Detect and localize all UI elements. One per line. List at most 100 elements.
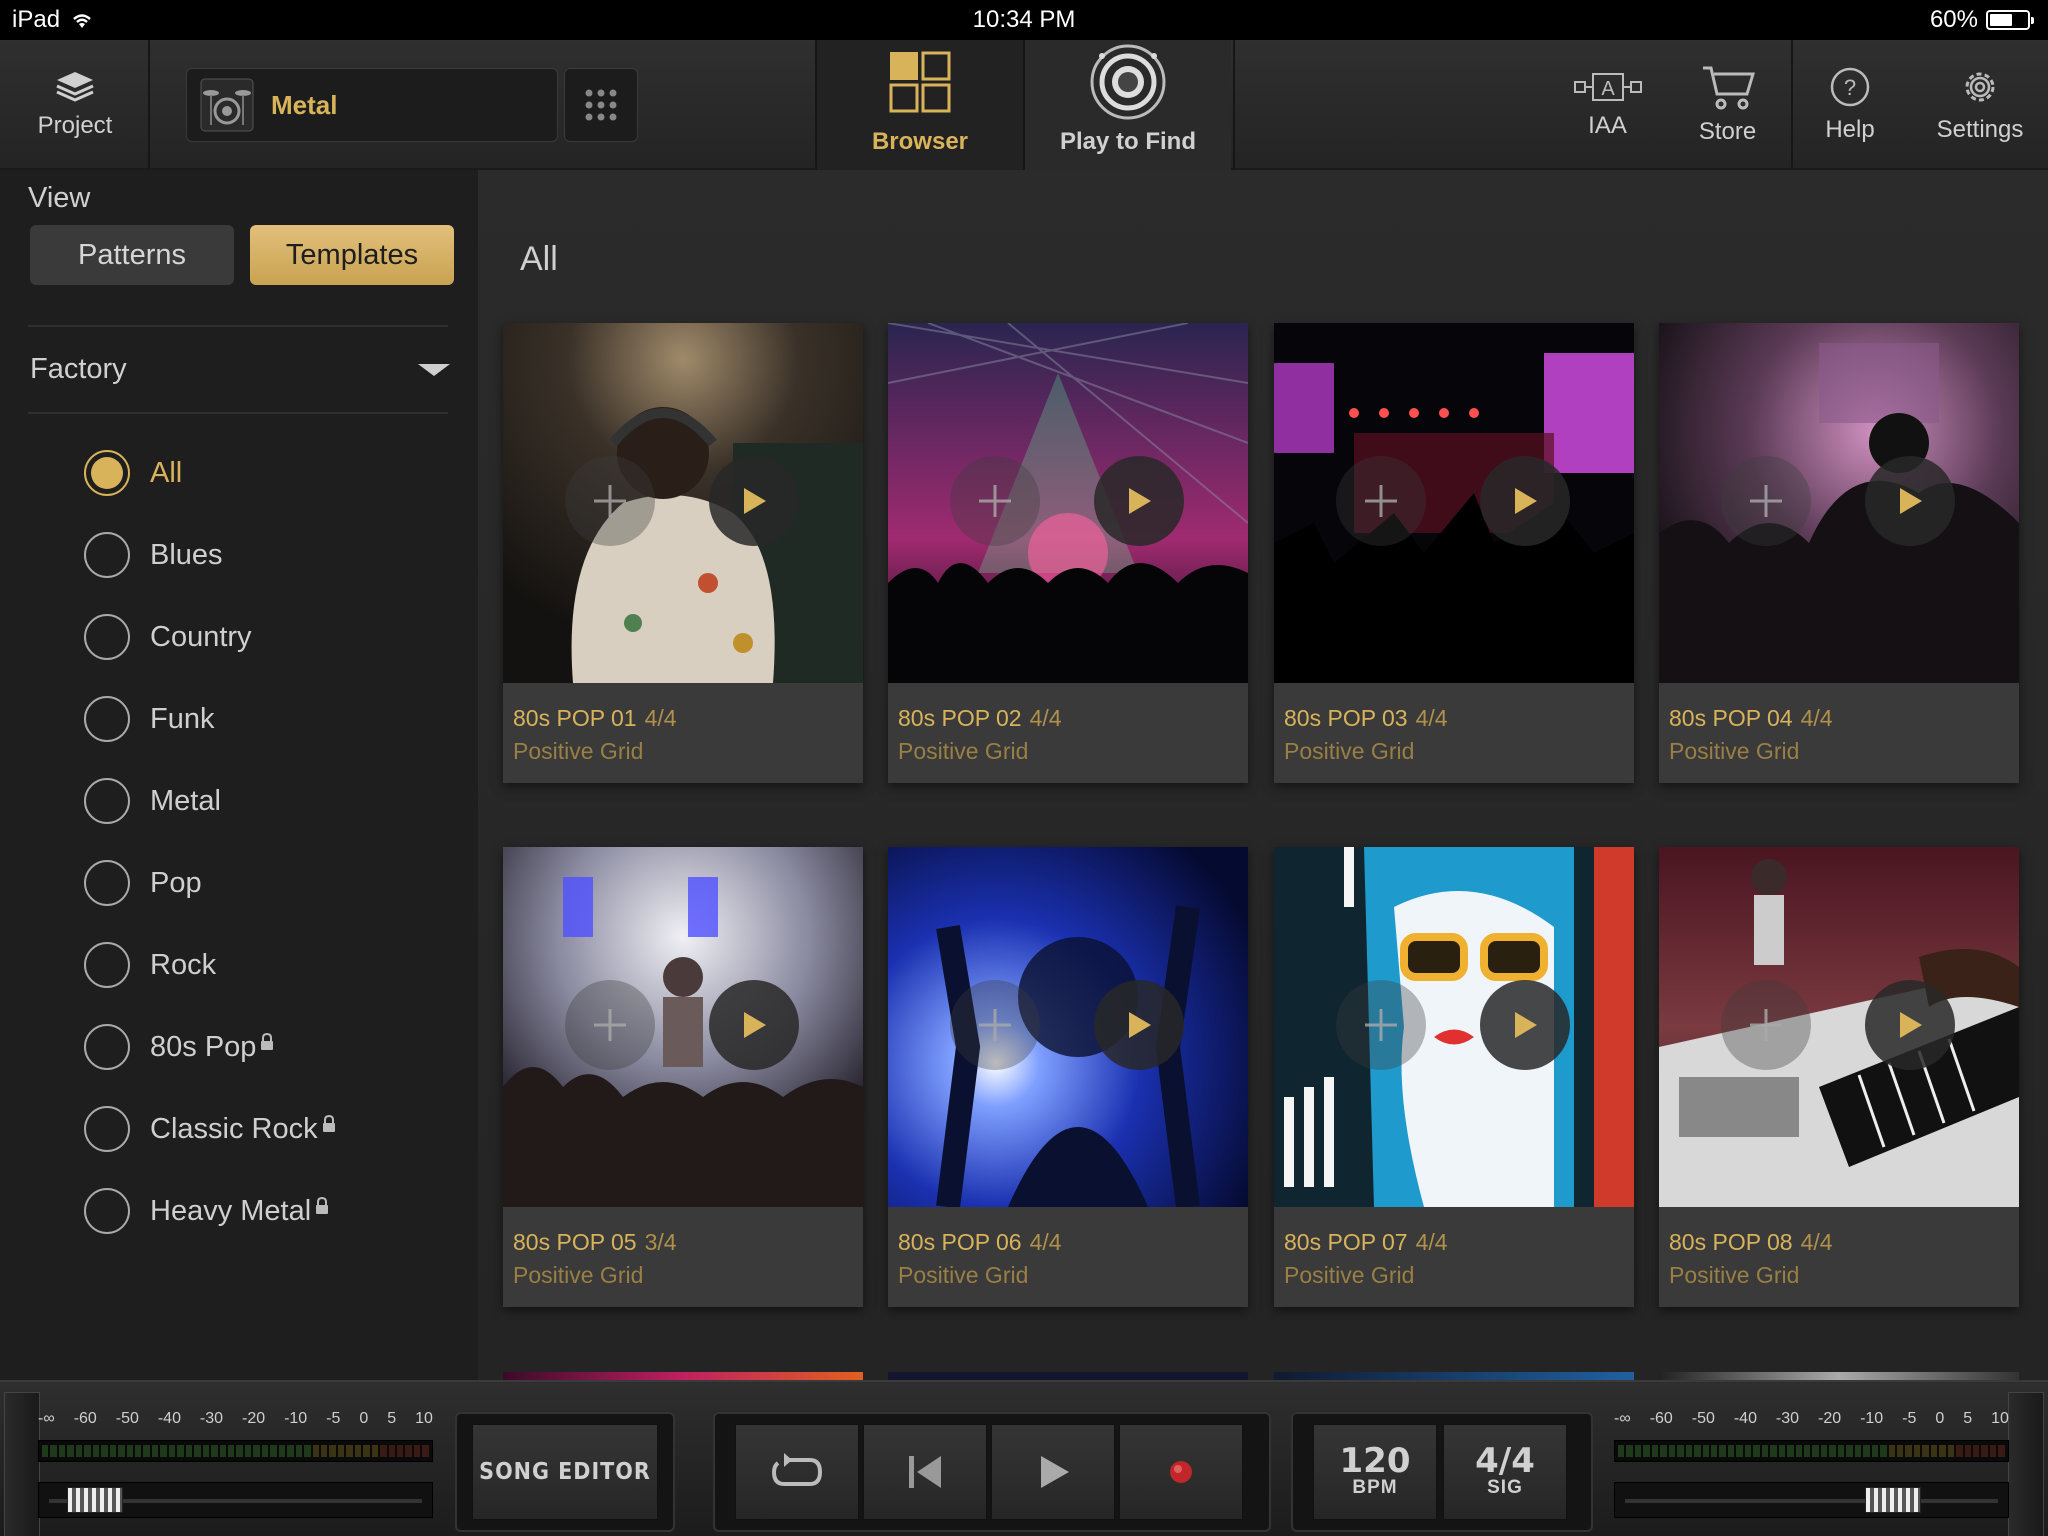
rewind-button[interactable]	[863, 1424, 987, 1520]
add-template-button[interactable]	[1336, 456, 1426, 546]
help-label: Help	[1825, 116, 1875, 143]
preview-play-button[interactable]	[1094, 456, 1184, 546]
meter-tick-label: -∞	[1614, 1410, 1631, 1427]
preview-play-button[interactable]	[1480, 980, 1570, 1070]
template-card[interactable]: 80s POP 01 4/4 Positive Grid	[503, 323, 863, 783]
template-card[interactable]: 80s POP 04 4/4 Positive Grid	[1659, 323, 2019, 783]
meter-tick-label: -20	[1818, 1410, 1842, 1427]
patterns-toggle[interactable]: Patterns	[30, 225, 234, 285]
bpm-button[interactable]: 120 BPM	[1313, 1424, 1437, 1520]
template-title: 80s POP 04	[1669, 705, 1793, 731]
play-button[interactable]	[991, 1424, 1115, 1520]
preview-play-button[interactable]	[1480, 456, 1570, 546]
radio-button[interactable]	[84, 450, 130, 496]
preview-play-button[interactable]	[1865, 456, 1955, 546]
factory-dropdown[interactable]: Factory	[30, 353, 450, 386]
template-card[interactable]: 80s POP 07 4/4 Positive Grid	[1274, 847, 1634, 1307]
radio-button[interactable]	[84, 696, 130, 742]
radio-button[interactable]	[84, 778, 130, 824]
genre-option[interactable]: Metal	[84, 778, 221, 824]
genre-option[interactable]: Funk	[84, 696, 214, 742]
add-template-button[interactable]	[1336, 980, 1426, 1070]
page-title: All	[520, 240, 558, 278]
genre-option[interactable]: Country	[84, 614, 252, 660]
store-button[interactable]: Store	[1680, 40, 1775, 170]
add-template-button[interactable]	[565, 980, 655, 1070]
signature-button[interactable]: 4/4 SIG	[1443, 1424, 1567, 1520]
template-artwork	[1659, 323, 2019, 683]
preview-play-button[interactable]	[709, 980, 799, 1070]
preview-play-button[interactable]	[1865, 980, 1955, 1070]
meter-tick-label: 0	[1935, 1410, 1945, 1427]
radio-button[interactable]	[84, 1024, 130, 1070]
preview-play-button[interactable]	[1094, 980, 1184, 1070]
play-icon	[1900, 1012, 1922, 1038]
play-icon	[744, 488, 766, 514]
template-author: Positive Grid	[898, 1262, 1029, 1288]
genre-option[interactable]: All	[84, 450, 182, 496]
browser-grid-icon	[889, 51, 951, 113]
output-volume-slider[interactable]	[1614, 1482, 2009, 1518]
genre-option[interactable]: 80s Pop	[84, 1024, 274, 1070]
sig-value: 4/4	[1475, 1441, 1535, 1481]
genre-label: 80s Pop	[150, 1030, 257, 1063]
add-template-button[interactable]	[1721, 980, 1811, 1070]
lock-icon	[316, 1197, 329, 1214]
song-editor-button[interactable]: SONG EDITOR	[472, 1424, 658, 1520]
template-card[interactable]: 80s POP 03 4/4 Positive Grid	[1274, 323, 1634, 783]
help-button[interactable]: ? Help	[1805, 40, 1895, 170]
record-button[interactable]	[1119, 1424, 1243, 1520]
view-label: View	[28, 182, 91, 214]
tab-play-to-find[interactable]: Play to Find	[1025, 40, 1231, 170]
input-volume-slider[interactable]	[38, 1482, 433, 1518]
slider-knob[interactable]	[67, 1487, 123, 1513]
right-edge-handle[interactable]	[2008, 1392, 2044, 1536]
template-card[interactable]: 80s POP 06 4/4 Positive Grid	[888, 847, 1248, 1307]
templates-toggle[interactable]: Templates	[250, 225, 454, 285]
genre-option[interactable]: Blues	[84, 532, 223, 578]
radio-button[interactable]	[84, 614, 130, 660]
add-template-button[interactable]	[950, 980, 1040, 1070]
radio-button[interactable]	[84, 1106, 130, 1152]
iaa-button[interactable]: A IAA	[1560, 40, 1655, 170]
genre-option[interactable]: Heavy Metal	[84, 1188, 329, 1234]
bpm-value: 120	[1339, 1441, 1411, 1481]
add-template-button[interactable]	[950, 456, 1040, 546]
template-artwork	[888, 847, 1248, 1207]
status-bar: iPad 10:34 PM 60%	[0, 0, 2048, 40]
help-icon: ?	[1830, 67, 1870, 107]
level-meter	[38, 1440, 433, 1462]
template-card[interactable]: 80s POP 08 4/4 Positive Grid	[1659, 847, 2019, 1307]
project-button[interactable]: Project	[0, 40, 150, 170]
settings-button[interactable]: Settings	[1925, 40, 2035, 170]
genre-option[interactable]: Classic Rock	[84, 1106, 336, 1152]
meter-scale: -∞ -60 -50 -40 -30 -20 -10 -5 0 5 10	[38, 1410, 433, 1428]
genre-label: Country	[150, 620, 252, 653]
genre-option[interactable]: Pop	[84, 860, 202, 906]
genre-option[interactable]: Rock	[84, 942, 216, 988]
add-template-button[interactable]	[565, 456, 655, 546]
radio-button[interactable]	[84, 860, 130, 906]
template-card[interactable]: 80s POP 02 4/4 Positive Grid	[888, 323, 1248, 783]
kit-grid-button[interactable]	[564, 68, 638, 142]
meter-tick-label: -60	[73, 1410, 97, 1427]
add-template-button[interactable]	[1721, 456, 1811, 546]
template-card[interactable]: 80s POP 05 3/4 Positive Grid	[503, 847, 863, 1307]
slider-knob[interactable]	[1865, 1487, 1921, 1513]
radio-button[interactable]	[84, 942, 130, 988]
drum-kit-icon	[200, 78, 254, 132]
layers-icon	[56, 72, 94, 102]
template-artwork	[1274, 847, 1634, 1207]
genre-label: Blues	[150, 538, 223, 571]
left-edge-handle[interactable]	[4, 1392, 40, 1536]
radio-button[interactable]	[84, 532, 130, 578]
template-signature: 4/4	[1029, 705, 1062, 731]
radio-button[interactable]	[84, 1188, 130, 1234]
preview-play-button[interactable]	[709, 456, 799, 546]
template-title: 80s POP 08	[1669, 1229, 1793, 1255]
loop-button[interactable]	[735, 1424, 859, 1520]
drum-kit-selector[interactable]: Metal	[186, 68, 558, 142]
bpm-label: BPM	[1352, 1477, 1398, 1498]
play-icon	[744, 1012, 766, 1038]
tab-browser[interactable]: Browser	[817, 40, 1023, 170]
